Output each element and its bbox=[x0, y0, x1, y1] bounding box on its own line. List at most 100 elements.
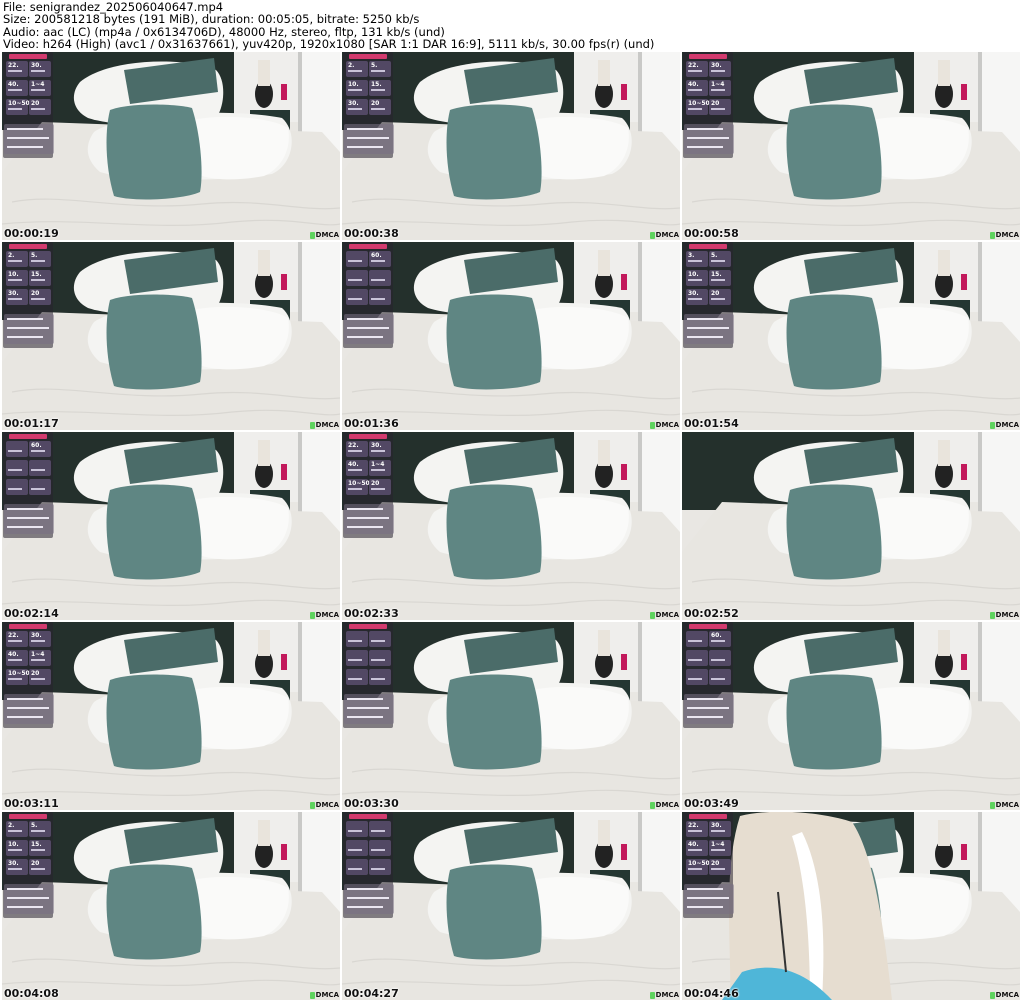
tip-amount: 22. bbox=[8, 62, 19, 69]
overlay-title-bar bbox=[9, 624, 47, 629]
tip-label-stub bbox=[31, 89, 45, 91]
tip-amount: 60. bbox=[711, 632, 722, 639]
tip-label-stub bbox=[348, 868, 362, 870]
tip-menu-cell: 40. bbox=[686, 840, 708, 856]
tip-label-stub bbox=[8, 640, 22, 642]
tip-label-stub bbox=[31, 279, 45, 281]
tip-label-stub bbox=[348, 70, 362, 72]
status-dot-icon bbox=[649, 231, 655, 239]
tip-menu-cell: 10. bbox=[6, 270, 28, 286]
watermark-label: DMCA bbox=[655, 421, 679, 429]
tip-amount: 40. bbox=[8, 81, 19, 88]
tip-menu-cell: 10. bbox=[686, 270, 708, 286]
tip-menu-cell bbox=[369, 650, 391, 666]
file-info-header: File: senigrandez_202506040647.mp4 Size:… bbox=[3, 1, 1021, 51]
tip-label-stub bbox=[348, 279, 362, 281]
status-dot-icon bbox=[649, 801, 655, 809]
tip-label-stub bbox=[8, 469, 22, 471]
tip-amount: 40. bbox=[348, 461, 359, 468]
tip-label-stub bbox=[711, 108, 725, 110]
tip-label-stub bbox=[348, 678, 362, 680]
tip-menu-cell bbox=[346, 859, 368, 875]
tip-menu-cell bbox=[369, 821, 391, 837]
tipper-row bbox=[7, 897, 49, 899]
tip-menu-cell: 20 bbox=[709, 859, 731, 875]
tip-label-stub bbox=[688, 108, 702, 110]
tip-amount: 2. bbox=[8, 822, 15, 829]
tip-menu-cell: 1~4 bbox=[29, 80, 51, 96]
tip-amount: 30. bbox=[8, 860, 19, 867]
tip-menu-cell: 30. bbox=[369, 441, 391, 457]
tip-menu-cell bbox=[346, 650, 368, 666]
tip-menu-cell bbox=[346, 251, 368, 267]
tip-menu-overlay: 3. 5. 10. 15. 30. 20 bbox=[683, 242, 734, 348]
tip-menu-cell: 22. bbox=[686, 821, 708, 837]
tip-menu-cell: 1~4 bbox=[709, 840, 731, 856]
overlay-title-bar bbox=[9, 434, 47, 439]
tip-menu-cell: 3. bbox=[686, 251, 708, 267]
tip-menu-cell: 30. bbox=[346, 99, 368, 115]
tipper-row bbox=[687, 336, 723, 338]
tip-menu-cell: 10~50 bbox=[346, 479, 370, 495]
tip-menu-cell bbox=[369, 270, 391, 286]
tip-amount: 5. bbox=[31, 822, 38, 829]
tipper-row bbox=[7, 508, 43, 510]
tip-amount: 20 bbox=[31, 100, 40, 107]
tip-menu-cell: 20 bbox=[29, 289, 51, 305]
top-tippers-list bbox=[4, 504, 54, 534]
tipper-row bbox=[7, 327, 49, 329]
tip-label-stub bbox=[31, 450, 45, 452]
tip-menu-cell bbox=[346, 840, 368, 856]
tip-menu-overlay: 22. 30. 40. 1~4 10~50 20 bbox=[683, 812, 734, 918]
tip-label-stub bbox=[711, 70, 725, 72]
tip-amount: 30. bbox=[711, 822, 722, 829]
video-thumbnail: 00:02:52 DMCA bbox=[682, 432, 1020, 620]
tip-menu-cell: 60. bbox=[369, 251, 391, 267]
tip-amount: 1~4 bbox=[711, 841, 725, 848]
tip-menu-cell bbox=[709, 650, 731, 666]
tip-label-stub bbox=[31, 849, 45, 851]
frame-timestamp: 00:03:11 bbox=[4, 797, 59, 810]
tip-amount: 20 bbox=[31, 290, 40, 297]
tipper-row bbox=[687, 327, 729, 329]
tip-amount: 30. bbox=[688, 290, 699, 297]
tip-amount: 10~50 bbox=[8, 100, 30, 107]
tip-label-stub bbox=[711, 298, 725, 300]
frame-timestamp: 00:00:58 bbox=[684, 227, 739, 240]
tip-amount: 20 bbox=[371, 100, 380, 107]
tip-amount: 22. bbox=[688, 62, 699, 69]
tip-menu-cell: 30. bbox=[6, 289, 28, 305]
tip-label-stub bbox=[348, 469, 362, 471]
watermark-label: DMCA bbox=[315, 421, 339, 429]
tipper-row bbox=[687, 888, 723, 890]
tip-menu-cell: 15. bbox=[29, 840, 51, 856]
tip-amount: 10. bbox=[688, 271, 699, 278]
watermark-label: DMCA bbox=[655, 991, 679, 999]
tip-menu-cell bbox=[346, 821, 368, 837]
top-tippers-list bbox=[344, 314, 394, 344]
tip-menu-cell: 5. bbox=[709, 251, 731, 267]
tipper-row bbox=[7, 318, 43, 320]
tip-menu-cell: 1~4 bbox=[29, 650, 51, 666]
tip-label-stub bbox=[8, 260, 22, 262]
tip-amount: 15. bbox=[31, 841, 42, 848]
tip-menu-cell: 10. bbox=[6, 840, 28, 856]
tip-menu-cell: 20 bbox=[369, 479, 391, 495]
tip-amount: 10~50 bbox=[688, 860, 710, 867]
dmca-watermark: DMCA bbox=[989, 801, 1019, 809]
frame-timestamp: 00:04:27 bbox=[344, 987, 399, 1000]
tip-label-stub bbox=[711, 89, 725, 91]
tip-label-stub bbox=[31, 488, 45, 490]
top-tippers-list bbox=[684, 884, 734, 914]
tip-menu-cell bbox=[709, 669, 731, 685]
tipper-row bbox=[347, 526, 383, 528]
tip-menu-overlay: 2. 5. 10. 15. 30. 20 bbox=[3, 242, 54, 348]
dmca-watermark: DMCA bbox=[309, 991, 339, 999]
tipper-row bbox=[7, 716, 43, 718]
tip-label-stub bbox=[688, 640, 702, 642]
tipper-row bbox=[7, 888, 43, 890]
tip-menu-cell: 1~4 bbox=[369, 460, 391, 476]
dmca-watermark: DMCA bbox=[989, 231, 1019, 239]
tip-label-stub bbox=[8, 89, 22, 91]
tip-label-stub bbox=[348, 659, 362, 661]
